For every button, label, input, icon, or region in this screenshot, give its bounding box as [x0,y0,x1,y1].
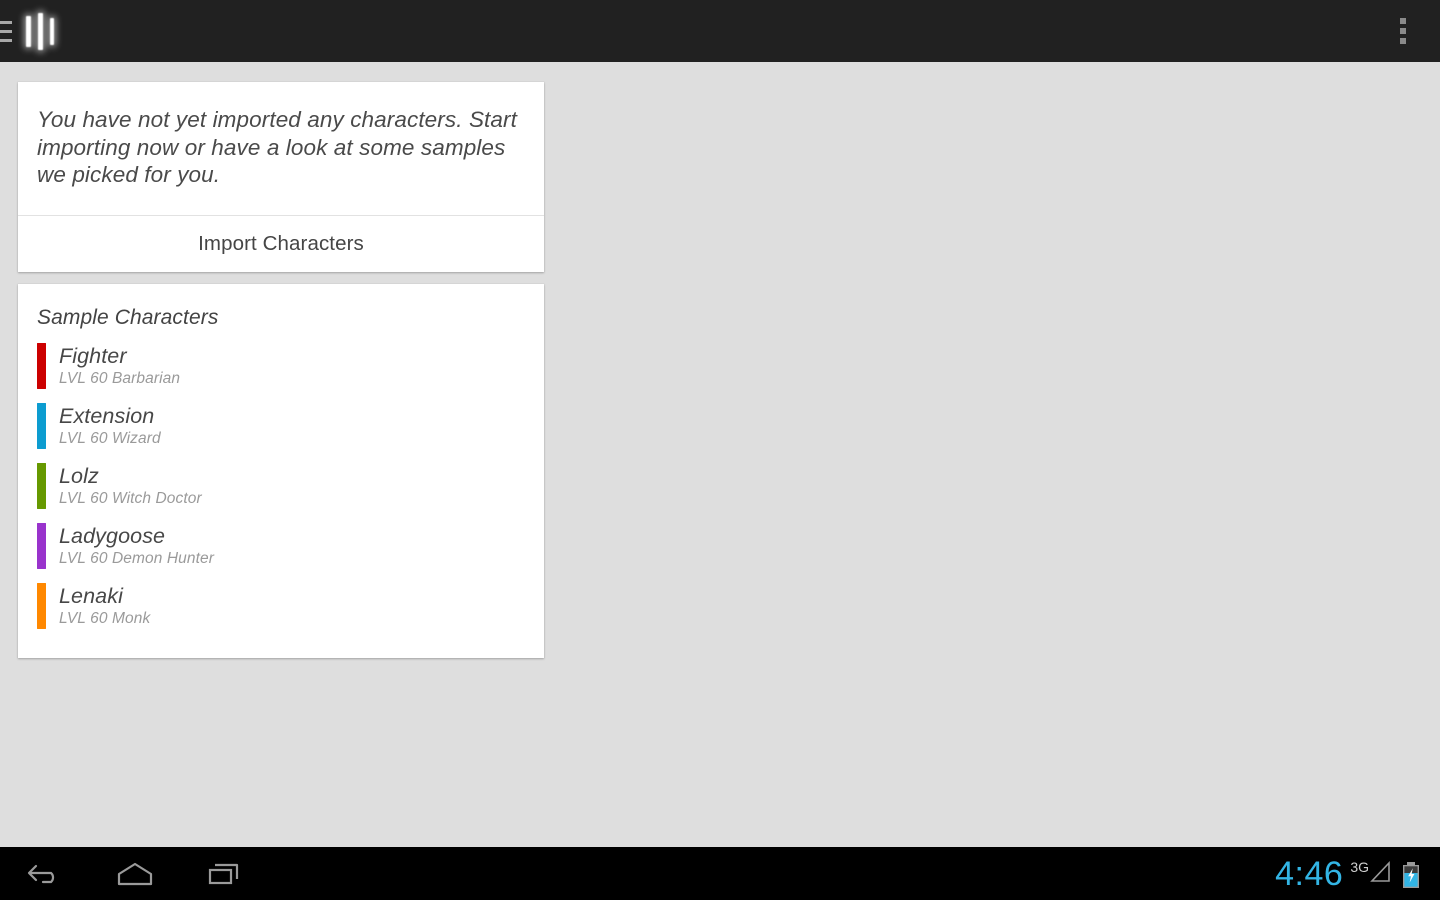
character-class-color-bar [37,403,46,449]
character-name: Lolz [59,464,99,488]
character-list-item[interactable]: Lenaki LVL 60 Monk [18,576,544,636]
action-bar [0,0,1440,62]
character-class-color-bar [37,583,46,629]
hamburger-line [0,20,12,24]
content-area: You have not yet imported any characters… [0,62,1440,847]
overflow-dot [1400,38,1406,44]
character-list-item[interactable]: Ladygoose LVL 60 Demon Hunter [18,516,544,576]
overflow-dot [1400,28,1406,34]
overflow-menu-icon[interactable] [1392,14,1414,48]
home-icon [117,862,153,885]
character-info: Lolz LVL 60 Witch Doctor [46,463,202,509]
character-detail: LVL 60 Wizard [59,430,161,447]
battery-charging-icon [1403,861,1419,888]
back-arrow-icon [27,864,55,883]
battery-indicator [1400,858,1422,890]
character-list-item[interactable]: Lolz LVL 60 Witch Doctor [18,456,544,516]
status-clock[interactable]: 4:46 [1275,857,1343,891]
sample-characters-title: Sample Characters [37,306,219,329]
character-detail: LVL 60 Barbarian [59,370,181,387]
character-name: Ladygoose [59,524,166,548]
app-logo-icon[interactable] [20,8,64,54]
back-button[interactable] [0,847,90,900]
sample-characters-card: Sample Characters Fighter LVL 60 Barbaria… [18,284,544,658]
character-name: Extension [59,404,155,428]
empty-state-message: You have not yet imported any characters… [37,107,517,187]
character-name: Lenaki [59,584,123,608]
signal-triangle-icon [1370,860,1390,882]
recent-apps-icon [208,863,239,884]
recent-apps-button[interactable] [180,847,270,900]
empty-state-card: You have not yet imported any characters… [18,82,544,272]
character-detail: LVL 60 Monk [59,610,151,627]
character-list-item[interactable]: Fighter LVL 60 Barbarian [18,336,544,396]
overflow-dot [1400,18,1406,24]
character-class-color-bar [37,343,46,389]
sample-characters-list: Fighter LVL 60 Barbarian Extension LVL 60 W… [18,336,544,636]
logo-bar [50,18,54,45]
hamburger-menu-icon[interactable] [0,18,12,44]
character-info: Extension LVL 60 Wizard [46,403,161,449]
character-info: Ladygoose LVL 60 Demon Hunter [46,523,214,569]
logo-bar [26,16,31,47]
android-navigation-bar: 4:46 3G [0,847,1440,900]
character-detail: LVL 60 Witch Doctor [59,490,202,507]
import-characters-button[interactable]: Import Characters [18,215,544,272]
character-info: Fighter LVL 60 Barbarian [46,343,180,389]
character-class-color-bar [37,523,46,569]
character-class-color-bar [37,463,46,509]
hamburger-line [0,38,12,42]
hamburger-line [0,29,12,33]
signal-indicator: 3G [1350,857,1393,891]
character-name: Fighter [59,344,127,368]
status-bar-cluster: 4:46 3G [1275,847,1422,900]
network-type-label: 3G [1350,858,1369,875]
logo-bar [38,13,43,50]
character-list-item[interactable]: Extension LVL 60 Wizard [18,396,544,456]
character-detail: LVL 60 Demon Hunter [59,550,214,567]
home-button[interactable] [90,847,180,900]
character-info: Lenaki LVL 60 Monk [46,583,150,629]
